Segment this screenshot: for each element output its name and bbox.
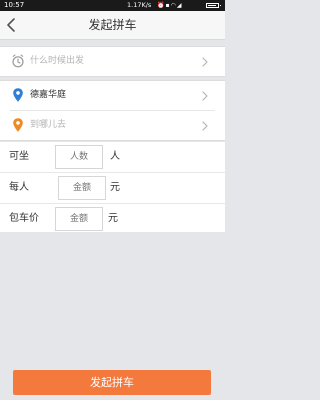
departure-time-card: 什么时候出发 — [0, 46, 225, 77]
network-speed: 1.17K/s — [127, 1, 152, 9]
departure-time-row[interactable]: 什么时候出发 — [0, 47, 225, 76]
status-icons: ⏰▪◠◢ — [157, 0, 182, 11]
destination-pin-icon — [13, 118, 23, 132]
status-time: 10:57 — [4, 1, 25, 9]
seats-label: 可坐 — [9, 151, 29, 162]
price-per-person-label: 每人 — [9, 182, 29, 193]
origin-value: 德嘉华庭 — [30, 90, 67, 100]
signal-icon: ◢ — [176, 2, 183, 9]
nav-bar: 发起拼车 — [0, 11, 225, 40]
submit-carpool-button[interactable]: 发起拼车 — [13, 370, 211, 395]
status-bar: 10:57 1.17K/s ⏰▪◠◢ — [0, 0, 225, 11]
charter-price-label: 包车价 — [9, 213, 39, 224]
price-per-person-unit: 元 — [110, 182, 120, 193]
departure-time-placeholder: 什么时候出发 — [30, 56, 85, 66]
seats-input[interactable] — [55, 145, 103, 169]
price-per-person-input[interactable] — [58, 176, 106, 200]
fare-form: 可坐 人 每人 元 包车价 元 — [0, 142, 225, 232]
charter-price-input[interactable] — [55, 207, 103, 231]
alarm-clock-icon — [12, 54, 24, 68]
chevron-right-icon — [202, 91, 208, 101]
price-per-person-row: 每人 元 — [0, 173, 225, 203]
origin-pin-icon — [13, 88, 23, 102]
page-title: 发起拼车 — [88, 18, 137, 32]
seats-unit: 人 — [110, 151, 120, 162]
origin-row[interactable]: 德嘉华庭 — [0, 81, 225, 110]
chevron-right-icon — [202, 57, 208, 67]
charter-price-row: 包车价 元 — [0, 204, 225, 234]
route-card: 德嘉华庭 到哪儿去 — [0, 80, 225, 141]
destination-placeholder: 到哪儿去 — [30, 120, 67, 130]
charter-price-unit: 元 — [108, 213, 118, 224]
destination-row[interactable]: 到哪儿去 — [0, 111, 225, 140]
seats-row: 可坐 人 — [0, 142, 225, 172]
battery-icon — [206, 3, 221, 8]
chevron-right-icon — [202, 121, 208, 131]
